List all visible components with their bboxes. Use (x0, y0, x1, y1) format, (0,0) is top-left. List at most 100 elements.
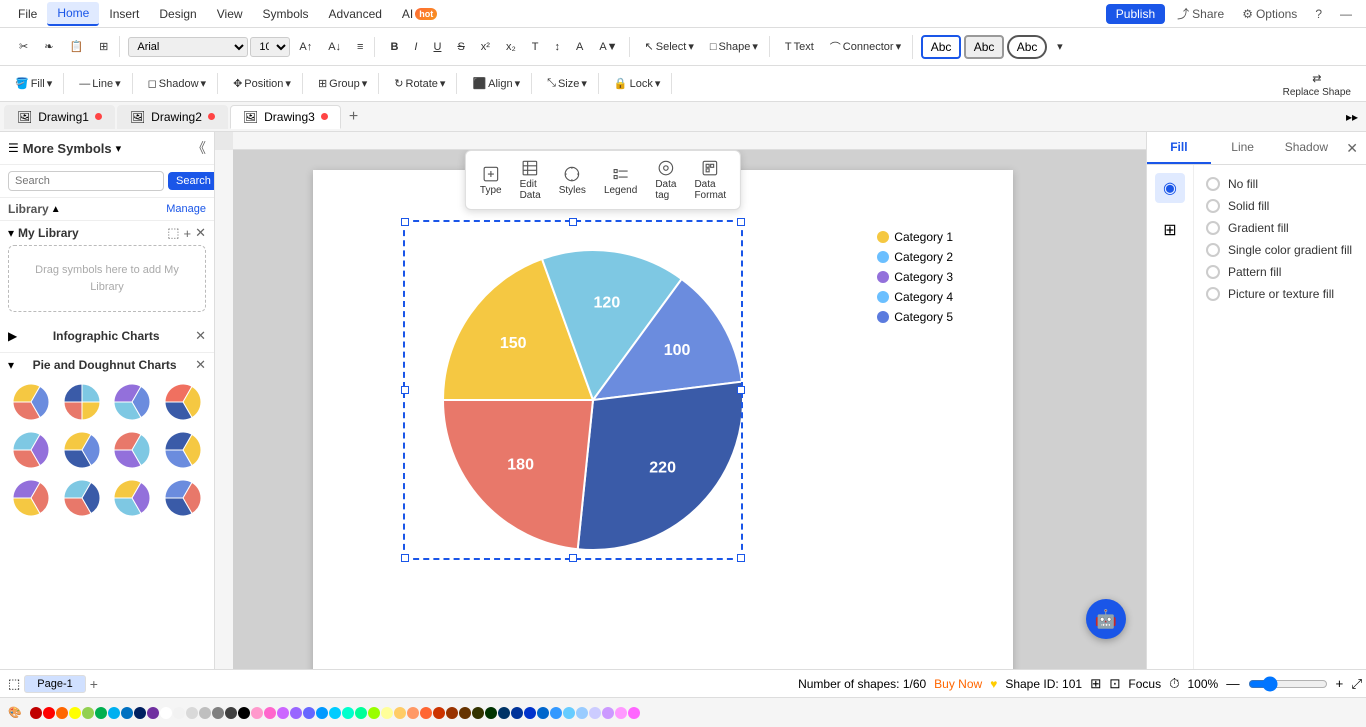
color-swatch[interactable] (108, 707, 120, 719)
color-swatch[interactable] (69, 707, 81, 719)
color-swatch[interactable] (524, 707, 536, 719)
color-swatch[interactable] (199, 707, 211, 719)
my-library-export-button[interactable]: ⬚ (167, 225, 179, 241)
color-picker-icon[interactable]: 🎨 (8, 706, 22, 719)
zoom-slider[interactable] (1248, 676, 1328, 692)
color-swatch[interactable] (160, 707, 172, 719)
timer-button[interactable]: ⏱ (1169, 676, 1179, 692)
sidebar-dropdown[interactable]: ▾ (116, 142, 122, 155)
menu-insert[interactable]: Insert (99, 3, 149, 25)
color-swatch[interactable] (95, 707, 107, 719)
cut-button[interactable]: ✂ (12, 36, 35, 57)
white-canvas[interactable]: Type Edit Data Styles Legend (313, 170, 1013, 669)
color-swatch[interactable] (368, 707, 380, 719)
color-swatch[interactable] (407, 707, 419, 719)
ft-legend-button[interactable]: Legend (596, 161, 645, 200)
color-swatch[interactable] (394, 707, 406, 719)
rp-tab-fill[interactable]: Fill (1147, 132, 1211, 164)
window-minimize-button[interactable]: — (1334, 4, 1358, 24)
font-color-button[interactable]: A (569, 37, 590, 57)
position-button[interactable]: ✥ Position ▾ (226, 73, 298, 94)
pie-thumbnail[interactable] (59, 379, 103, 423)
my-library-add-button[interactable]: + (184, 225, 192, 241)
color-swatch[interactable] (563, 707, 575, 719)
color-swatch[interactable] (147, 707, 159, 719)
highlight-button[interactable]: A▼ (592, 37, 624, 57)
font-increase-button[interactable]: A↑ (292, 37, 319, 57)
menu-ai[interactable]: AI hot (392, 3, 447, 25)
color-swatch[interactable] (537, 707, 549, 719)
layer-button[interactable]: ⊞ (1090, 676, 1101, 692)
color-swatch[interactable] (576, 707, 588, 719)
manage-link[interactable]: Manage (166, 203, 206, 215)
underline-button[interactable]: U (426, 37, 448, 57)
line-button[interactable]: — Line ▾ (72, 73, 127, 94)
pie-thumbnail[interactable] (160, 475, 204, 519)
subscript-button[interactable]: x₂ (499, 37, 523, 57)
menu-file[interactable]: File (8, 3, 47, 25)
tab-drawing1[interactable]: 🖼 Drawing1 (4, 105, 115, 129)
right-panel-close-button[interactable]: ✕ (1338, 132, 1366, 164)
pie-thumbnail[interactable] (109, 427, 153, 471)
publish-button[interactable]: Publish (1106, 4, 1165, 24)
color-swatch[interactable] (342, 707, 354, 719)
menu-design[interactable]: Design (149, 3, 206, 25)
pie-thumbnail[interactable] (8, 427, 52, 471)
chart-container[interactable]: Type Edit Data Styles Legend (373, 200, 833, 570)
color-swatch[interactable] (498, 707, 510, 719)
handle-bl[interactable] (401, 554, 409, 562)
help-button[interactable]: ? (1309, 4, 1328, 24)
shape-button[interactable]: □ Shape ▾ (703, 36, 765, 57)
page-icon-button[interactable]: ⬚ (4, 676, 24, 692)
clone-button[interactable]: ⊞ (92, 36, 115, 57)
rotate-button[interactable]: ↻ Rotate ▾ (387, 73, 452, 94)
color-swatch[interactable] (602, 707, 614, 719)
color-swatch[interactable] (420, 707, 432, 719)
color-swatch[interactable] (615, 707, 627, 719)
style-shape-1[interactable]: Abc (921, 35, 961, 59)
color-swatch[interactable] (355, 707, 367, 719)
color-swatch[interactable] (56, 707, 68, 719)
fullscreen-button[interactable]: ⤢ (1351, 676, 1362, 692)
pie-thumbnail[interactable] (59, 475, 103, 519)
copy-format-button[interactable]: ❧ (37, 36, 60, 57)
zoom-in-button[interactable]: + (1336, 676, 1344, 691)
ai-assistant-button[interactable]: 🤖 (1086, 599, 1126, 639)
ft-styles-button[interactable]: Styles (551, 161, 594, 200)
ft-edit-data-button[interactable]: Edit Data (512, 155, 549, 205)
color-swatch[interactable] (459, 707, 471, 719)
rp-fill-mode-button[interactable]: ◉ (1155, 173, 1185, 203)
buy-now-link[interactable]: Buy Now (934, 677, 982, 691)
color-swatch[interactable] (472, 707, 484, 719)
ft-type-button[interactable]: Type (472, 161, 510, 200)
fit-button[interactable]: ⊡ (1109, 676, 1120, 692)
text-format-button[interactable]: T (525, 37, 546, 57)
fill-option-picture[interactable]: Picture or texture fill (1206, 287, 1352, 301)
my-library-close-button[interactable]: ✕ (195, 225, 206, 241)
color-swatch[interactable] (290, 707, 302, 719)
color-swatch[interactable] (433, 707, 445, 719)
zoom-out-button[interactable]: — (1226, 676, 1239, 691)
italic-button[interactable]: I (407, 37, 424, 57)
pie-thumbnail[interactable] (160, 427, 204, 471)
color-swatch[interactable] (329, 707, 341, 719)
color-swatch[interactable] (225, 707, 237, 719)
color-swatch[interactable] (121, 707, 133, 719)
page-tab-1[interactable]: Page-1 (24, 675, 85, 693)
color-swatch[interactable] (381, 707, 393, 719)
fill-option-single-color[interactable]: Single color gradient fill (1206, 243, 1352, 257)
rp-tab-line[interactable]: Line (1211, 132, 1275, 164)
fill-button[interactable]: 🪣 Fill ▾ (8, 73, 59, 94)
handle-tm[interactable] (569, 218, 577, 226)
color-swatch[interactable] (134, 707, 146, 719)
color-swatch[interactable] (550, 707, 562, 719)
fill-option-gradient[interactable]: Gradient fill (1206, 221, 1352, 235)
rp-pattern-button[interactable]: ⊞ (1155, 215, 1185, 245)
bold-button[interactable]: B (383, 37, 405, 57)
infographic-header[interactable]: ▶ Infographic Charts ✕ (8, 324, 206, 348)
tab-drawing2[interactable]: 🖼 Drawing2 (117, 105, 228, 129)
search-input[interactable] (8, 171, 164, 191)
pie-thumbnail[interactable] (160, 379, 204, 423)
add-page-button[interactable]: + (86, 676, 102, 692)
superscript-button[interactable]: x² (474, 37, 497, 57)
